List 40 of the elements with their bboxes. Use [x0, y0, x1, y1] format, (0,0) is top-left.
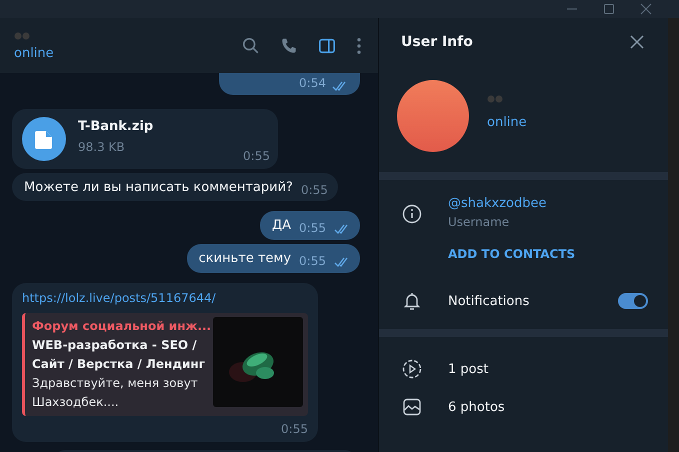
message-time: 0:55	[281, 422, 308, 436]
message-time: 0:55	[299, 221, 326, 235]
preview-title: WEB-разработка - SEO / Сайт / Верстка / Лендинг	[32, 337, 206, 373]
sunglasses-icon	[14, 32, 30, 40]
file-name: T-Bank.zip	[78, 119, 154, 134]
message-link[interactable]: https://lolz.live/posts/51167644/	[22, 291, 308, 305]
info-icon	[402, 204, 422, 224]
more-icon[interactable]	[356, 36, 362, 54]
panel-title: User Info	[401, 34, 473, 50]
message-time: 0:55	[300, 183, 328, 197]
notifications-toggle[interactable]	[618, 293, 648, 309]
file-icon[interactable]	[22, 117, 66, 161]
message-text: ДА	[272, 218, 292, 233]
username-value[interactable]: @shakxzodbee	[448, 196, 576, 211]
message-time: 0:55	[299, 254, 326, 268]
sunglasses-icon	[487, 94, 503, 102]
bell-icon	[402, 291, 422, 311]
notifications-label: Notifications	[448, 294, 530, 308]
preview-site: Форум социальной инж...	[32, 318, 212, 335]
image-icon	[402, 397, 422, 417]
play-circle-icon	[402, 359, 422, 379]
phone-icon[interactable]	[280, 36, 298, 54]
file-size: 98.3 KB	[78, 140, 126, 154]
close-icon[interactable]	[630, 35, 644, 49]
maximize-icon[interactable]	[603, 3, 615, 15]
message-time: 0:54	[299, 76, 326, 90]
profile-status: online	[487, 114, 527, 130]
close-icon[interactable]	[640, 3, 652, 15]
message-text: Можете ли вы написать комментарий?	[24, 180, 293, 195]
media-count[interactable]: 1 post	[448, 362, 488, 376]
message-time: 0:55	[243, 149, 270, 163]
link-preview[interactable]: Форум социальной инж... WEB-разработка - SEO / Сайт / Верстка / Лендинг Здравствуйте, меня зовут Шахзодбек....	[22, 313, 308, 416]
sidebar-toggle-icon[interactable]	[318, 36, 336, 54]
message-text: скиньте тему	[198, 251, 292, 266]
search-icon[interactable]	[242, 36, 260, 54]
add-to-contacts-button[interactable]: ADD TO CONTACTS	[448, 247, 576, 261]
preview-text: Здравствуйте, меня зовут Шахзодбек....	[32, 375, 199, 411]
chat-status: online	[14, 46, 54, 61]
media-count[interactable]: 6 photos	[448, 400, 505, 414]
username-label: Username	[448, 215, 510, 229]
